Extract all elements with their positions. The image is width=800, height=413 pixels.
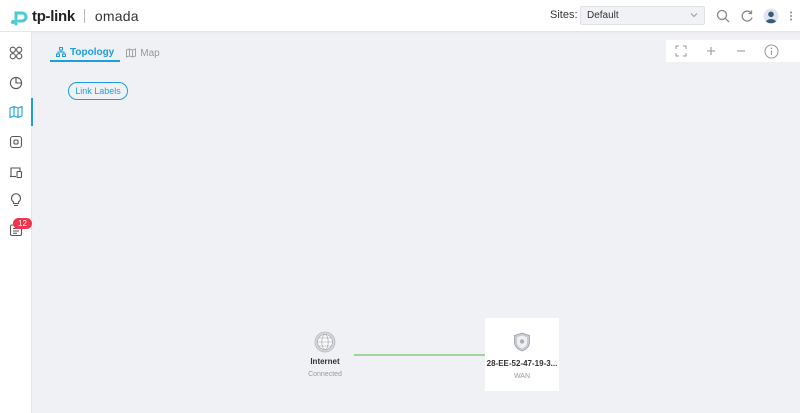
sidebar-item-clients[interactable] <box>0 158 32 186</box>
zoom-in-button[interactable] <box>696 40 726 62</box>
logo-divider <box>83 9 85 23</box>
more-options-icon[interactable] <box>788 8 794 24</box>
sidebar: 12 <box>0 32 33 413</box>
internet-node-title: Internet <box>310 357 340 366</box>
statistics-icon <box>9 76 23 90</box>
tab-topology[interactable]: Topology <box>50 44 121 62</box>
tab-map[interactable]: Map <box>120 44 165 62</box>
map-toolbar <box>666 40 800 62</box>
link-labels-button[interactable]: Link Labels <box>68 82 128 100</box>
sidebar-item-logs[interactable]: 12 <box>0 216 32 244</box>
minus-icon <box>737 50 745 52</box>
tplink-logo-icon <box>11 11 28 26</box>
insights-icon <box>11 193 21 207</box>
internet-node-status: Connected <box>308 371 342 378</box>
site-selector-value: Default <box>587 10 619 21</box>
gateway-node[interactable]: 28-EE-52-47-19-3... WAN <box>485 318 559 391</box>
sidebar-item-dashboard[interactable] <box>0 39 32 67</box>
user-avatar-icon[interactable] <box>763 8 779 24</box>
gateway-node-title: 28-EE-52-47-19-3... <box>486 359 558 368</box>
tplink-logo[interactable]: tp-link omada <box>9 5 139 27</box>
topology-icon <box>56 47 66 57</box>
dashboard-icon <box>9 46 23 60</box>
refresh-icon[interactable] <box>739 8 755 24</box>
sidebar-item-devices[interactable] <box>0 128 32 156</box>
sidebar-item-statistics[interactable] <box>0 69 32 97</box>
sidebar-item-map[interactable] <box>0 98 33 126</box>
tab-map-label: Map <box>140 47 160 59</box>
devices-icon <box>9 135 23 149</box>
globe-icon <box>314 331 336 353</box>
product-name: omada <box>94 8 139 24</box>
gateway-device-icon <box>514 332 530 352</box>
map-icon <box>9 105 23 119</box>
top-header: tp-link omada Sites: Default <box>0 0 800 32</box>
sidebar-item-insights[interactable] <box>0 186 32 214</box>
sites-label: Sites: <box>550 9 578 21</box>
internet-node[interactable]: Internet Connected <box>294 331 356 378</box>
fullscreen-icon <box>675 45 687 57</box>
tab-topology-label: Topology <box>70 46 115 58</box>
brand-name: tp-link <box>32 7 75 25</box>
zoom-out-button[interactable] <box>726 40 756 62</box>
gateway-node-subtitle: WAN <box>513 373 531 380</box>
fullscreen-button[interactable] <box>666 40 696 62</box>
info-icon <box>764 44 778 58</box>
notification-badge: 12 <box>13 218 32 229</box>
search-icon[interactable] <box>715 8 731 24</box>
map-icon <box>126 48 137 58</box>
site-selector[interactable]: Default <box>580 6 705 25</box>
wan-link-line[interactable] <box>354 354 486 356</box>
plus-icon <box>707 47 715 55</box>
info-button[interactable] <box>756 40 786 62</box>
clients-icon <box>10 167 23 179</box>
chevron-down-icon <box>690 13 698 18</box>
view-tabs: Topology Map <box>50 44 166 62</box>
